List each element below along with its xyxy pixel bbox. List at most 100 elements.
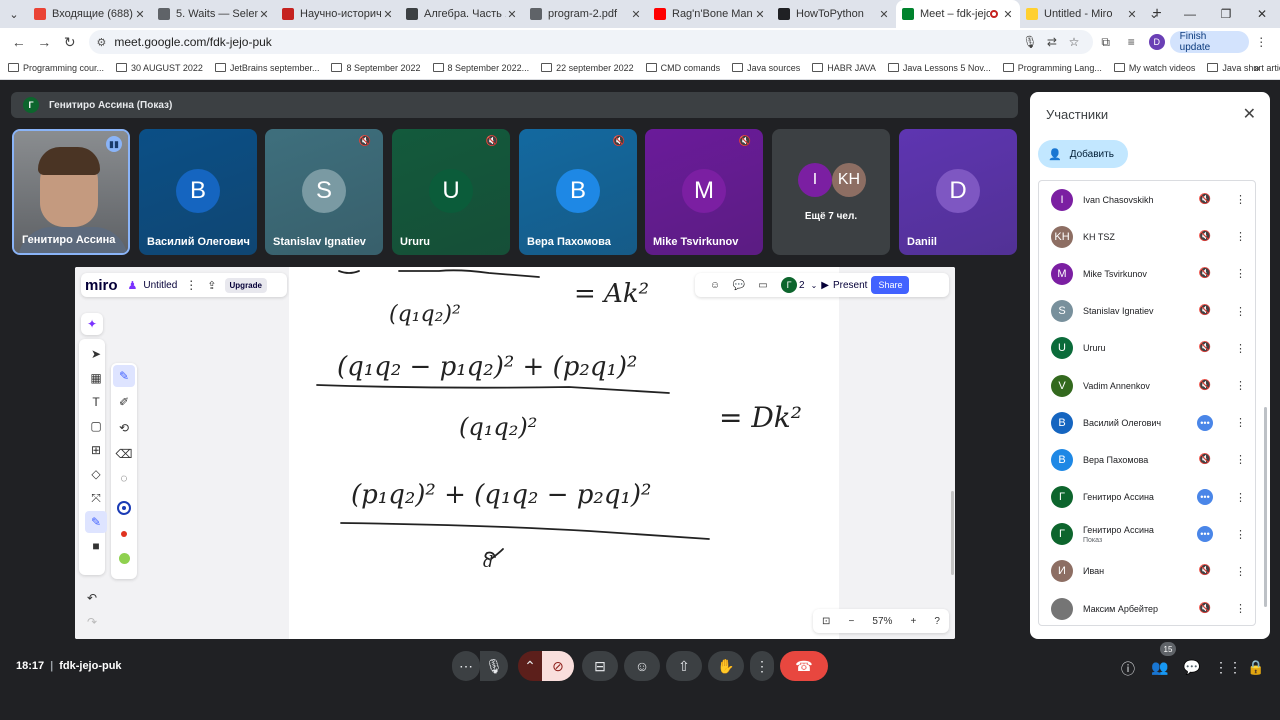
- tab-close-icon[interactable]: ✕: [754, 8, 766, 21]
- participant-more-icon[interactable]: ⋮: [1235, 305, 1246, 318]
- board-name[interactable]: Untitled: [143, 280, 177, 291]
- participant-tile[interactable]: 🔇 M Mike Tsvirkunov: [645, 129, 763, 255]
- participant-more-icon[interactable]: ⋮: [1235, 342, 1246, 355]
- color-dark-blue-icon[interactable]: [113, 497, 135, 519]
- muted-mic-icon[interactable]: 🔇: [1197, 266, 1213, 282]
- muted-mic-icon[interactable]: 🔇: [1197, 563, 1213, 579]
- camera-off-button[interactable]: ⊘: [542, 651, 574, 681]
- eraser-icon[interactable]: ⌫: [113, 443, 135, 465]
- profile-avatar[interactable]: D: [1148, 34, 1165, 50]
- browser-tab[interactable]: HowToPython ✕: [772, 0, 896, 28]
- extensions-icon[interactable]: ⧉: [1093, 35, 1119, 50]
- bookmark-item[interactable]: 8 September 2022: [331, 63, 421, 73]
- add-more-tools-icon[interactable]: ■: [85, 535, 107, 557]
- participant-tile[interactable]: 🔇 S Stanislav Ignatiev: [265, 129, 383, 255]
- translate-icon[interactable]: ⇄: [1041, 35, 1063, 49]
- bookmark-item[interactable]: 22 september 2022: [541, 63, 634, 73]
- present-button[interactable]: Present: [833, 280, 867, 291]
- minimize-button[interactable]: —: [1172, 7, 1208, 21]
- reactions-icon[interactable]: ☺: [703, 280, 727, 291]
- participant-row[interactable]: Г Генитиро Ассина ••• ⋮: [1039, 479, 1255, 516]
- participant-tile-self[interactable]: ▮▮ Генитиро Ассина: [12, 129, 130, 255]
- bookmark-item[interactable]: Programming cour...: [8, 63, 104, 73]
- participant-row[interactable]: U Ururu 🔇 ⋮: [1039, 330, 1255, 367]
- shapes-tool-icon[interactable]: ◇: [85, 463, 107, 485]
- end-call-button[interactable]: ☎: [780, 651, 828, 681]
- host-controls-icon[interactable]: 🔒: [1246, 659, 1266, 677]
- bookmark-item[interactable]: JetBrains september...: [214, 63, 319, 73]
- back-icon[interactable]: ←: [6, 30, 32, 54]
- more-options-button[interactable]: ⋮: [750, 651, 774, 681]
- board-menu-icon[interactable]: ⋮: [185, 278, 197, 292]
- bookmark-item[interactable]: CMD comands: [645, 63, 720, 73]
- site-info-icon[interactable]: ⚙: [97, 36, 107, 49]
- participant-tile[interactable]: D Daniil: [899, 129, 1017, 255]
- miro-canvas[interactable]: (q₁q₂)² = Ak² (q₁q₂ − p₁q₂)² + (p₂q₁)² (…: [289, 267, 839, 639]
- participant-more-icon[interactable]: ⋮: [1235, 602, 1246, 615]
- reactions-button[interactable]: ☺: [624, 651, 660, 681]
- undo-icon[interactable]: ↶: [81, 587, 103, 609]
- bookmark-item[interactable]: Java short articles: [1207, 63, 1280, 73]
- bookmarks-overflow-icon[interactable]: »: [1253, 61, 1260, 75]
- help-icon[interactable]: ?: [934, 616, 940, 627]
- more-participants-tile[interactable]: I KH Ещё 7 чел.: [772, 129, 890, 255]
- tab-close-icon[interactable]: ✕: [878, 8, 890, 21]
- bookmark-item[interactable]: 8 September 2022...: [432, 63, 529, 73]
- participant-row[interactable]: В Вера Пахомова 🔇 ⋮: [1039, 441, 1255, 478]
- activities-icon[interactable]: ⋮⋮: [1214, 659, 1242, 677]
- highlighter-icon[interactable]: ✐: [113, 391, 135, 413]
- redo-icon[interactable]: ↷: [81, 611, 103, 633]
- microphone-icon[interactable]: 🎙: [1019, 35, 1041, 49]
- muted-mic-icon[interactable]: 🔇: [1197, 452, 1213, 468]
- bookmark-item[interactable]: HABR JAVA: [812, 63, 876, 73]
- captions-button[interactable]: ⊟: [582, 651, 618, 681]
- participant-tile[interactable]: 🔇 В Вера Пахомова: [519, 129, 637, 255]
- participant-row[interactable]: В Василий Олегович ••• ⋮: [1039, 404, 1255, 441]
- participant-more-icon[interactable]: ⋮: [1235, 379, 1246, 392]
- collaborator-avatar[interactable]: Г: [781, 277, 797, 293]
- collaborators-count[interactable]: 2: [799, 280, 805, 291]
- restore-button[interactable]: ❐: [1208, 7, 1244, 21]
- browser-tab[interactable]: Untitled - Miro ✕: [1020, 0, 1144, 28]
- participant-more-icon[interactable]: ⋮: [1235, 416, 1246, 429]
- sticky-note-tool-icon[interactable]: ▢: [85, 415, 107, 437]
- people-icon[interactable]: 👥: [1150, 659, 1170, 677]
- browser-tab[interactable]: Входящие (688) - da✕: [28, 0, 152, 28]
- smart-drawing-icon[interactable]: ⟲: [113, 417, 135, 439]
- muted-mic-icon[interactable]: 🔇: [1197, 192, 1213, 208]
- add-people-button[interactable]: 👤 Добавить: [1038, 140, 1128, 168]
- media-control-icon[interactable]: ≡: [1118, 35, 1144, 49]
- fit-to-screen-icon[interactable]: ⊡: [822, 616, 830, 627]
- browser-tab[interactable]: Rag'n'Bone Man - Li✕: [648, 0, 772, 28]
- participant-more-icon[interactable]: ⋮: [1235, 230, 1246, 243]
- participant-row[interactable]: I Ivan Chasovskikh 🔇 ⋮: [1039, 181, 1255, 218]
- bookmark-item[interactable]: Java sources: [732, 63, 800, 73]
- present-now-button[interactable]: ⇧: [666, 651, 702, 681]
- reload-icon[interactable]: ↻: [57, 30, 83, 54]
- tab-close-icon[interactable]: ✕: [382, 8, 394, 21]
- close-panel-icon[interactable]: ✕: [1243, 104, 1256, 124]
- browser-tab[interactable]: Meet – fdk-jejo-p ✕: [896, 0, 1020, 28]
- url-text[interactable]: meet.google.com/fdk-jejo-puk: [114, 35, 1019, 49]
- tab-close-icon[interactable]: ✕: [258, 8, 270, 21]
- more-mic-options-icon[interactable]: ⋯: [452, 651, 480, 681]
- zoom-out-icon[interactable]: −: [848, 616, 854, 627]
- browser-tab[interactable]: Научно-историческ✕: [276, 0, 400, 28]
- microphone-button[interactable]: 🎙: [480, 651, 508, 681]
- browser-tab[interactable]: program-2.pdf ✕: [524, 0, 648, 28]
- present-icon[interactable]: ▶: [821, 280, 829, 291]
- share-button[interactable]: Share: [871, 276, 910, 294]
- participant-row[interactable]: S Stanislav Ignatiev 🔇 ⋮: [1039, 293, 1255, 330]
- comment-icon[interactable]: 💬: [727, 280, 751, 291]
- bookmark-item[interactable]: Programming Lang...: [1002, 63, 1102, 73]
- participant-row[interactable]: И Иван 🔇 ⋮: [1039, 553, 1255, 590]
- close-window-button[interactable]: ✕: [1244, 7, 1280, 21]
- miro-logo[interactable]: miro: [85, 277, 118, 294]
- participant-more-icon[interactable]: ⋮: [1235, 528, 1246, 541]
- camera-options-chevron-icon[interactable]: ⌃: [518, 651, 542, 681]
- tab-close-icon[interactable]: ✕: [630, 8, 642, 21]
- pen-icon[interactable]: ✎: [113, 365, 135, 387]
- collaborators-chevron-icon[interactable]: ⌄: [811, 281, 818, 290]
- bookmark-item[interactable]: My watch videos: [1113, 63, 1195, 73]
- templates-tool-icon[interactable]: ⊞: [85, 439, 107, 461]
